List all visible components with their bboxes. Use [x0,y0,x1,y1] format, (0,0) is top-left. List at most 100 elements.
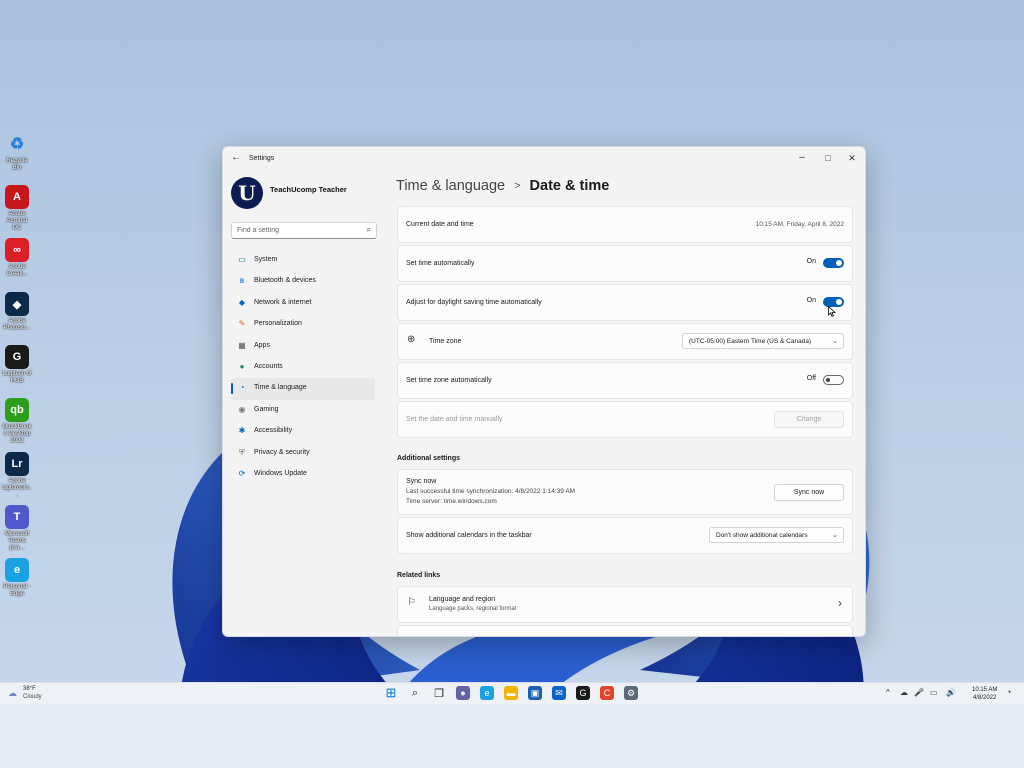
onedrive-icon[interactable]: ☁ [900,688,908,697]
time-zone-dropdown[interactable]: (UTC-05:00) Eastern Time (US & Canada) ⌄ [682,333,844,349]
desktop-shortcut[interactable]: ♻ Recycle Bin [2,132,32,172]
task-view-icon[interactable]: ❐ [432,686,446,700]
breadcrumb-parent[interactable]: Time & language [396,178,505,194]
page-title: Time & language > Date & time [396,178,609,194]
set-time-automatically-toggle[interactable] [823,258,844,268]
sidebar-item-network-internet[interactable]: ◆ Network & internet [231,293,375,314]
sidebar-item-personalization[interactable]: ✎ Personalization [231,314,375,335]
search-input[interactable] [237,225,357,235]
set-time-zone-automatically-toggle[interactable] [823,375,844,385]
desktop-shortcut-label: Microsoft Teams (wo... [4,531,30,551]
search-icon[interactable]: ⌕ [408,686,422,700]
sidebar-item-label: Accounts [254,362,283,370]
title-bar: ← Settings – □ ✕ [223,147,865,171]
maximize-button[interactable]: □ [817,149,839,167]
sidebar-item-time-language[interactable]: ◔ Time & language [231,378,375,400]
close-button[interactable]: ✕ [841,149,863,167]
avatar: U [231,177,263,209]
clock-date: 4/8/2022 [973,695,997,701]
desktop-shortcut-label: Adobe Lightroom... [2,478,33,498]
adobe-creative-cloud-icon: ∞ [5,238,29,262]
additional-calendars-dropdown[interactable]: Don't show additional calendars ⌄ [709,527,844,543]
sidebar-item-windows-update[interactable]: ⟳ Windows Update [231,464,375,485]
time-server-text: Time server: time.windows.com [406,498,497,505]
mouse-cursor-icon [828,306,836,317]
sidebar-item-accessibility[interactable]: ✱ Accessibility [231,421,375,442]
related-links-heading: Related links [397,572,441,579]
next-related-link-card[interactable] [397,625,853,636]
additional-calendars-label: Show additional calendars in the taskbar [406,532,532,539]
file-explorer-icon[interactable]: ▬ [504,686,518,700]
set-time-automatically-toggle-group: On [784,258,844,268]
sidebar-item-privacy-security[interactable]: ⛨ Privacy & security [231,443,375,464]
camtasia-icon[interactable]: C [600,686,614,700]
current-date-time-value: 10:15 AM, Friday, April 8, 2022 [755,221,844,228]
sync-title: Sync now [406,478,437,485]
personalization-icon: ✎ [238,319,246,329]
app-title: Settings [249,155,275,162]
sidebar-item-apps[interactable]: ▦ Apps [231,336,375,357]
start-icon[interactable]: ⊞ [384,685,398,700]
clock[interactable]: 10:15 AM 4/8/2022 [972,686,997,702]
additional-calendars-card: Show additional calendars in the taskbar… [397,517,853,554]
sidebar-item-bluetooth-devices[interactable]: ʙ Bluetooth & devices [231,271,375,292]
show-hidden-icons-icon[interactable]: ^ [886,688,890,697]
windows-update-icon: ⟳ [238,468,246,478]
sidebar-item-label: Accessibility [254,427,293,435]
mail-icon[interactable]: ✉ [552,686,566,700]
language-region-subtitle: Language packs, regional format [429,606,517,612]
sidebar-item-gaming[interactable]: ◉ Gaming [231,400,375,421]
change-button[interactable]: Change [774,411,844,428]
desktop-shortcut[interactable]: qb QuickBooks Desktop 2022 [2,398,32,445]
settings-window: ← Settings – □ ✕ U TeachUcomp Teacher ⌕ … [222,146,866,637]
desktop-shortcut[interactable]: e Personal - Edge [2,558,32,598]
desktop-shortcut[interactable]: ◆ Adobe Photosh... [2,292,32,332]
set-time-zone-automatically-label: Set time zone automatically [406,377,492,384]
volume-icon[interactable]: 🔊 [946,688,956,697]
chat-icon[interactable]: ● [456,686,470,700]
edge-taskbar-icon[interactable]: e [480,686,494,700]
language-region-link[interactable]: ⚐ Language and region Language packs, re… [397,586,853,623]
accounts-icon: ● [239,361,245,371]
weather-temperature: 38°F [23,686,36,692]
search-icon[interactable]: ⌕ [367,225,371,235]
set-time-zone-automatically-toggle-group: Off [784,375,844,385]
notification-icon[interactable]: ◔ [1006,687,1011,697]
back-arrow-icon[interactable]: ← [231,152,241,163]
desktop-shortcut[interactable]: T Microsoft Teams (wo... [2,505,32,552]
chevron-down-icon: ⌄ [832,532,838,539]
microphone-icon[interactable]: 🎤 [914,688,924,697]
edge-icon: e [5,558,29,582]
desktop-shortcut-label: Logitech G HUB [2,371,32,384]
sync-now-button[interactable]: Sync now [774,484,844,501]
desktop-shortcut[interactable]: A Adobe Acrobat DC [2,185,32,232]
user-name: TeachUcomp Teacher [270,185,347,194]
sidebar-item-label: System [254,256,278,263]
sidebar-item-accounts[interactable]: ● Accounts [231,357,375,378]
time-zone-value: (UTC-05:00) Eastern Time (US & Canada) [689,338,812,345]
minimize-button[interactable]: – [791,149,813,167]
recycle-bin-icon: ♻ [9,136,25,153]
ghub-taskbar-icon[interactable]: G [576,686,590,700]
desktop-shortcut[interactable]: ∞ Adobe Creati... [2,238,32,278]
set-time-manually-card: Set the date and time manually Change [397,401,853,438]
time-zone-label: Time zone [429,338,462,345]
sidebar-item-label: Time & language [254,384,307,392]
search-box[interactable]: ⌕ [231,222,377,239]
breadcrumb-separator: > [514,180,521,192]
network-internet-icon: ◆ [238,297,246,307]
taskbar: ☁ 38°F Cloudy ⊞ ⌕ ❐ ● e ▬ ▣ ✉ G C ⚙ ^ ☁ 🎤 ▭ 🔊 10:15 AM… [0,682,1024,704]
adobe-photoshop-icon: ◆ [5,292,29,316]
sidebar-item-system[interactable]: ▭ System [231,250,375,271]
desktop-shortcut[interactable]: G Logitech G HUB [2,345,32,385]
store-icon[interactable]: ▣ [528,686,542,700]
sidebar-item-label: Apps [254,341,270,349]
desktop-shortcut-label: Recycle Bin [6,158,28,171]
display-icon[interactable]: ▭ [930,688,938,697]
daylight-saving-label: Adjust for daylight saving time automati… [406,299,542,306]
desktop-shortcut-label: Personal - Edge [3,584,31,597]
settings-taskbar-icon[interactable]: ⚙ [624,686,638,700]
desktop-shortcut[interactable]: Lr Adobe Lightroom... [2,452,32,499]
globe-clock-icon: ⊕ [407,334,416,345]
logitech-ghub-icon: G [5,345,29,369]
